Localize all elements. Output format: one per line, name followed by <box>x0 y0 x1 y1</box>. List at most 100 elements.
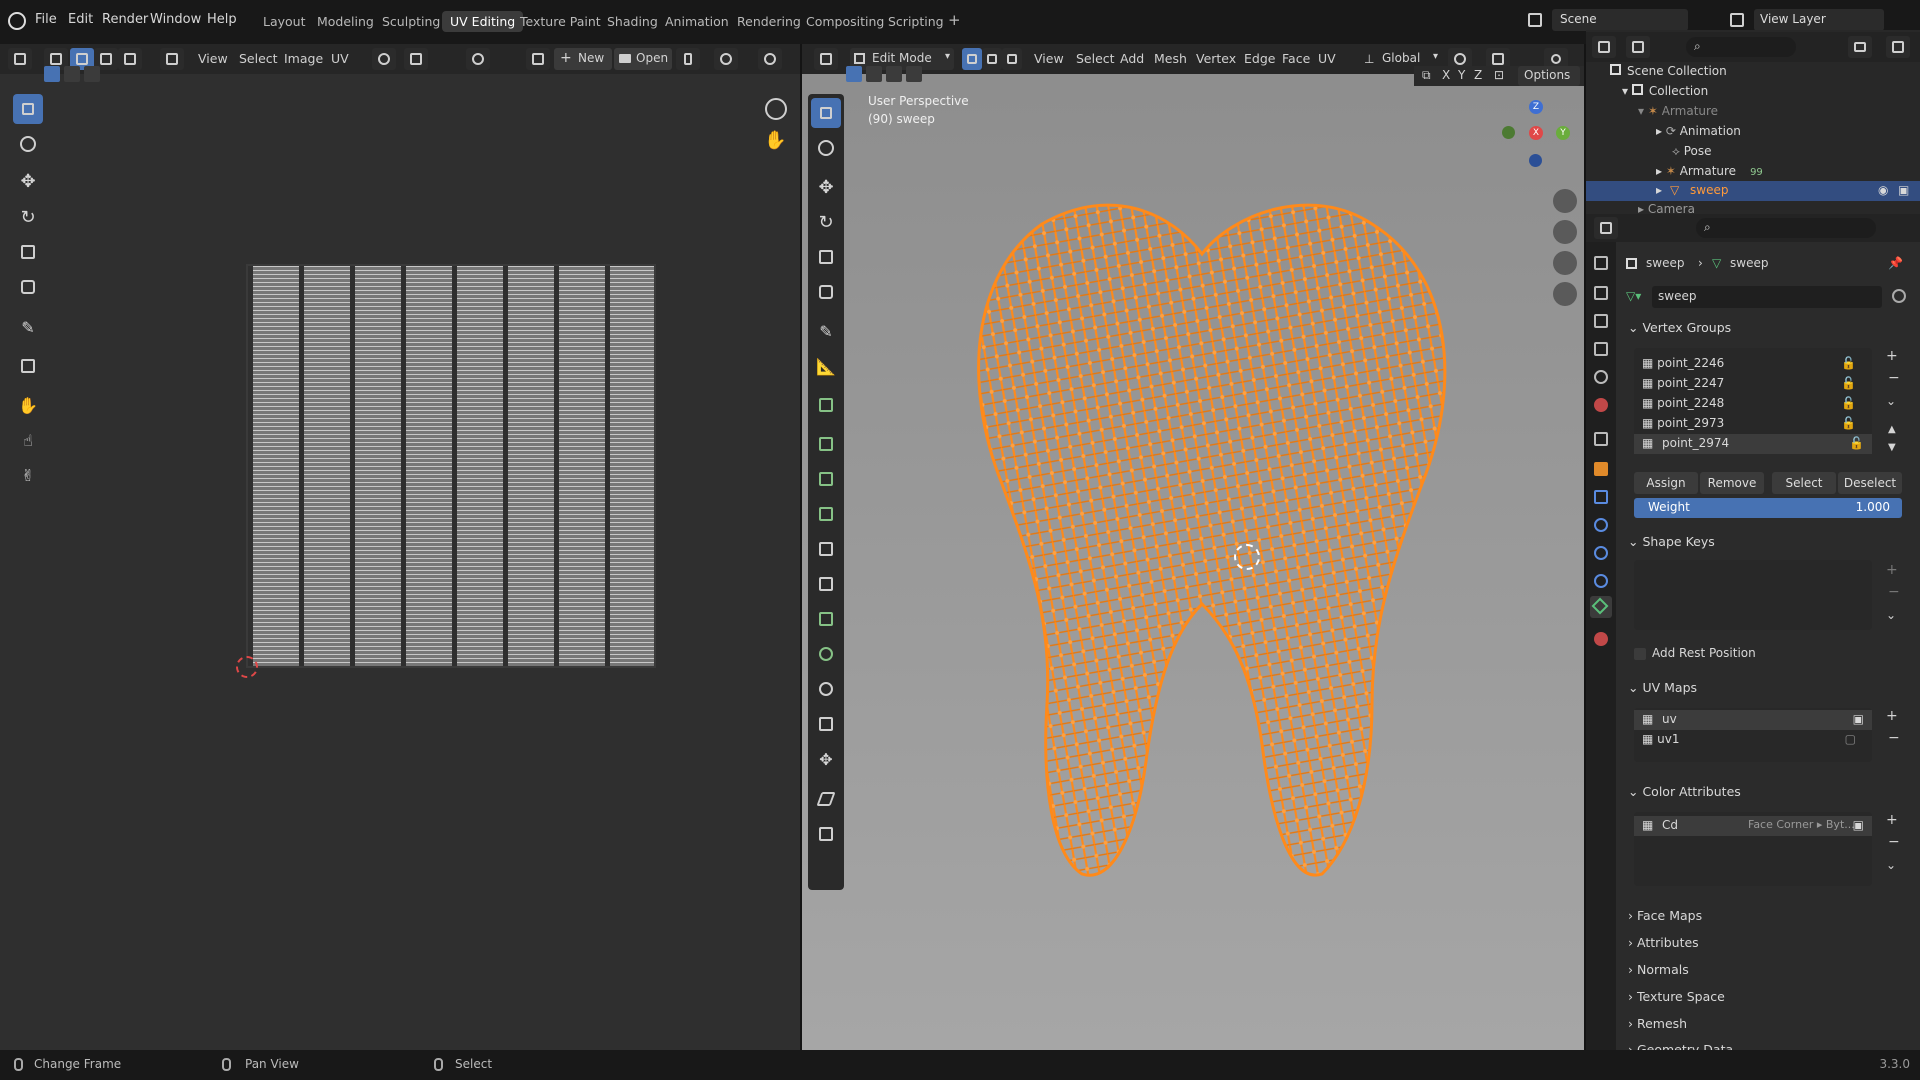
tool-edge-slide[interactable] <box>811 709 841 739</box>
uv-menu-view[interactable]: View <box>198 51 228 66</box>
add-rest-position-checkbox[interactable]: Add Rest Position <box>1634 646 1756 660</box>
normals-header[interactable]: › Normals <box>1628 962 1689 977</box>
render-camera-icon[interactable]: ▢ <box>1845 732 1856 746</box>
vertex-group-item[interactable]: ▦ point_2247 🔓 <box>1642 376 1864 390</box>
constraints-tab-icon[interactable] <box>1594 574 1608 588</box>
mirror-z[interactable]: Z <box>1474 68 1482 82</box>
menu-render[interactable]: Render <box>102 12 148 27</box>
select-new-icon[interactable] <box>846 66 862 82</box>
render-tab-icon[interactable] <box>1594 286 1608 300</box>
uv-editor[interactable]: View Select Image UV + New Open ✥ ↻ ✎ ✋ … <box>0 44 800 1050</box>
tool-grab[interactable]: ✋ <box>13 390 43 420</box>
remove-uv-map-button[interactable]: − <box>1888 730 1900 746</box>
face-maps-header[interactable]: › Face Maps <box>1628 908 1702 923</box>
tool-measure[interactable]: 📐 <box>811 351 841 381</box>
uv-layout[interactable] <box>246 264 656 668</box>
move-up-icon[interactable]: ▲ <box>1888 424 1896 435</box>
menu-help[interactable]: Help <box>207 12 237 27</box>
data-tab-icon[interactable] <box>1590 596 1612 618</box>
texture-space-header[interactable]: › Texture Space <box>1628 989 1725 1004</box>
camera-view-icon[interactable] <box>1553 251 1577 275</box>
tool-knife[interactable] <box>811 569 841 599</box>
menu-window[interactable]: Window <box>150 12 201 27</box>
shape-key-specials-icon[interactable]: ⌄ <box>1886 608 1896 622</box>
options-dropdown[interactable]: Options <box>1518 66 1580 86</box>
viewport-menu-view[interactable]: View <box>1034 51 1064 66</box>
move-down-icon[interactable]: ▼ <box>1888 442 1896 453</box>
tool-move[interactable]: ✥ <box>811 172 841 202</box>
gizmo-x-axis[interactable]: X <box>1529 126 1543 140</box>
viewport-menu-face[interactable]: Face <box>1282 51 1310 66</box>
tool-move[interactable]: ✥ <box>13 166 43 196</box>
uv-menu-select[interactable]: Select <box>239 51 278 66</box>
editor-type-icon[interactable] <box>8 48 32 70</box>
navigation-gizmo[interactable]: Z X Y <box>1492 96 1572 176</box>
tool-cursor[interactable] <box>811 133 841 163</box>
3d-cursor-icon[interactable] <box>1234 544 1260 570</box>
collection-tab-icon[interactable] <box>1594 432 1608 446</box>
deselect-button[interactable]: Deselect <box>1838 472 1902 494</box>
lock-icon[interactable]: 🔓 <box>1841 356 1856 370</box>
color-attributes-header[interactable]: ⌄ Color Attributes <box>1628 784 1741 799</box>
gizmo-z-axis[interactable]: Z <box>1529 100 1543 114</box>
shape-keys-header[interactable]: ⌄ Shape Keys <box>1628 534 1715 549</box>
zoom-icon[interactable] <box>765 98 787 120</box>
attributes-header[interactable]: › Attributes <box>1628 935 1699 950</box>
gizmo-toggle-icon[interactable] <box>714 48 738 70</box>
vertex-groups-header[interactable]: ⌄ Vertex Groups <box>1628 320 1731 335</box>
vertex-group-item[interactable]: ▦ point_2973 🔓 <box>1642 416 1864 430</box>
outliner-pose[interactable]: ⟡ Pose <box>1672 144 1712 159</box>
uv-maps-header[interactable]: ⌄ UV Maps <box>1628 680 1697 695</box>
tool-relax[interactable]: ☝ <box>13 425 43 455</box>
viewport-pan-icon[interactable] <box>1553 220 1577 244</box>
outliner-sweep-row[interactable]: ▸ ▽ sweep ◉ ▣ <box>1586 181 1920 201</box>
tool-add-cube[interactable] <box>811 390 841 420</box>
vertex-groups-list[interactable]: ▦ point_2246 🔓 ▦ point_2247 🔓 ▦ point_2248… <box>1634 348 1872 454</box>
remove-shape-key-button[interactable]: − <box>1888 584 1900 600</box>
render-camera-icon[interactable]: ▣ <box>1853 712 1864 726</box>
properties-search-input[interactable]: ⌕ <box>1696 218 1876 238</box>
render-camera-icon[interactable]: ▣ <box>1853 818 1864 832</box>
outliner-editor-type-icon[interactable] <box>1592 36 1616 58</box>
gizmo-y-axis[interactable]: Y <box>1556 126 1570 140</box>
mesh-name-field[interactable]: sweep <box>1652 286 1882 308</box>
menu-file[interactable]: File <box>35 12 57 27</box>
outliner-camera[interactable]: ▸ Camera <box>1638 202 1695 214</box>
tab-texture-paint[interactable]: Texture Paint <box>520 14 601 29</box>
modifier-tab-icon[interactable] <box>1594 490 1608 504</box>
uv-menu-uv[interactable]: UV <box>331 51 349 66</box>
mesh-datablock[interactable]: ▽▾ sweep <box>1626 286 1910 308</box>
vertex-group-item[interactable]: ▦ point_2248 🔓 <box>1642 396 1864 410</box>
gizmo-neg-z[interactable] <box>1529 154 1542 167</box>
assign-button[interactable]: Assign <box>1634 472 1698 494</box>
tool-select-box[interactable] <box>811 98 841 128</box>
render-camera-icon[interactable]: ▣ <box>1898 183 1909 197</box>
face-select-icon[interactable] <box>118 48 142 70</box>
add-color-attribute-button[interactable]: + <box>1886 812 1898 828</box>
uv-map-item[interactable]: ▦ uv1 ▢ <box>1642 732 1864 746</box>
physics-tab-icon[interactable] <box>1594 546 1608 560</box>
viewport-zoom-icon[interactable] <box>1553 189 1577 213</box>
add-workspace-button[interactable]: + <box>948 11 961 29</box>
scene-field[interactable]: Scene <box>1552 9 1688 31</box>
outliner-search-input[interactable]: ⌕ <box>1686 37 1796 57</box>
select-new-icon[interactable] <box>44 66 60 82</box>
tool-scale[interactable] <box>13 237 43 267</box>
overlay-toggle-icon[interactable] <box>758 48 782 70</box>
blender-logo-icon[interactable] <box>8 12 26 30</box>
pin-icon[interactable] <box>676 48 700 70</box>
menu-edit[interactable]: Edit <box>68 12 93 27</box>
tab-rendering[interactable]: Rendering <box>737 14 801 29</box>
lock-icon[interactable]: 🔓 <box>1841 376 1856 390</box>
particles-tab-icon[interactable] <box>1594 518 1608 532</box>
tool-loop-cut[interactable] <box>811 534 841 564</box>
tab-sculpting[interactable]: Sculpting <box>382 14 440 29</box>
view-layer-field[interactable]: View Layer <box>1754 9 1884 31</box>
outliner-collection[interactable]: ▾ Collection <box>1622 84 1708 98</box>
outliner-armature-data[interactable]: ▸ ✶ Armature 99 <box>1656 164 1763 178</box>
pin-icon[interactable]: 📌 <box>1888 256 1903 270</box>
proportional-edit-icon[interactable] <box>466 48 490 70</box>
weight-slider[interactable]: Weight 1.000 <box>1634 498 1902 518</box>
select-subtract-icon[interactable] <box>84 66 100 82</box>
outliner-animation[interactable]: ▸ ⟳ Animation <box>1656 124 1741 138</box>
